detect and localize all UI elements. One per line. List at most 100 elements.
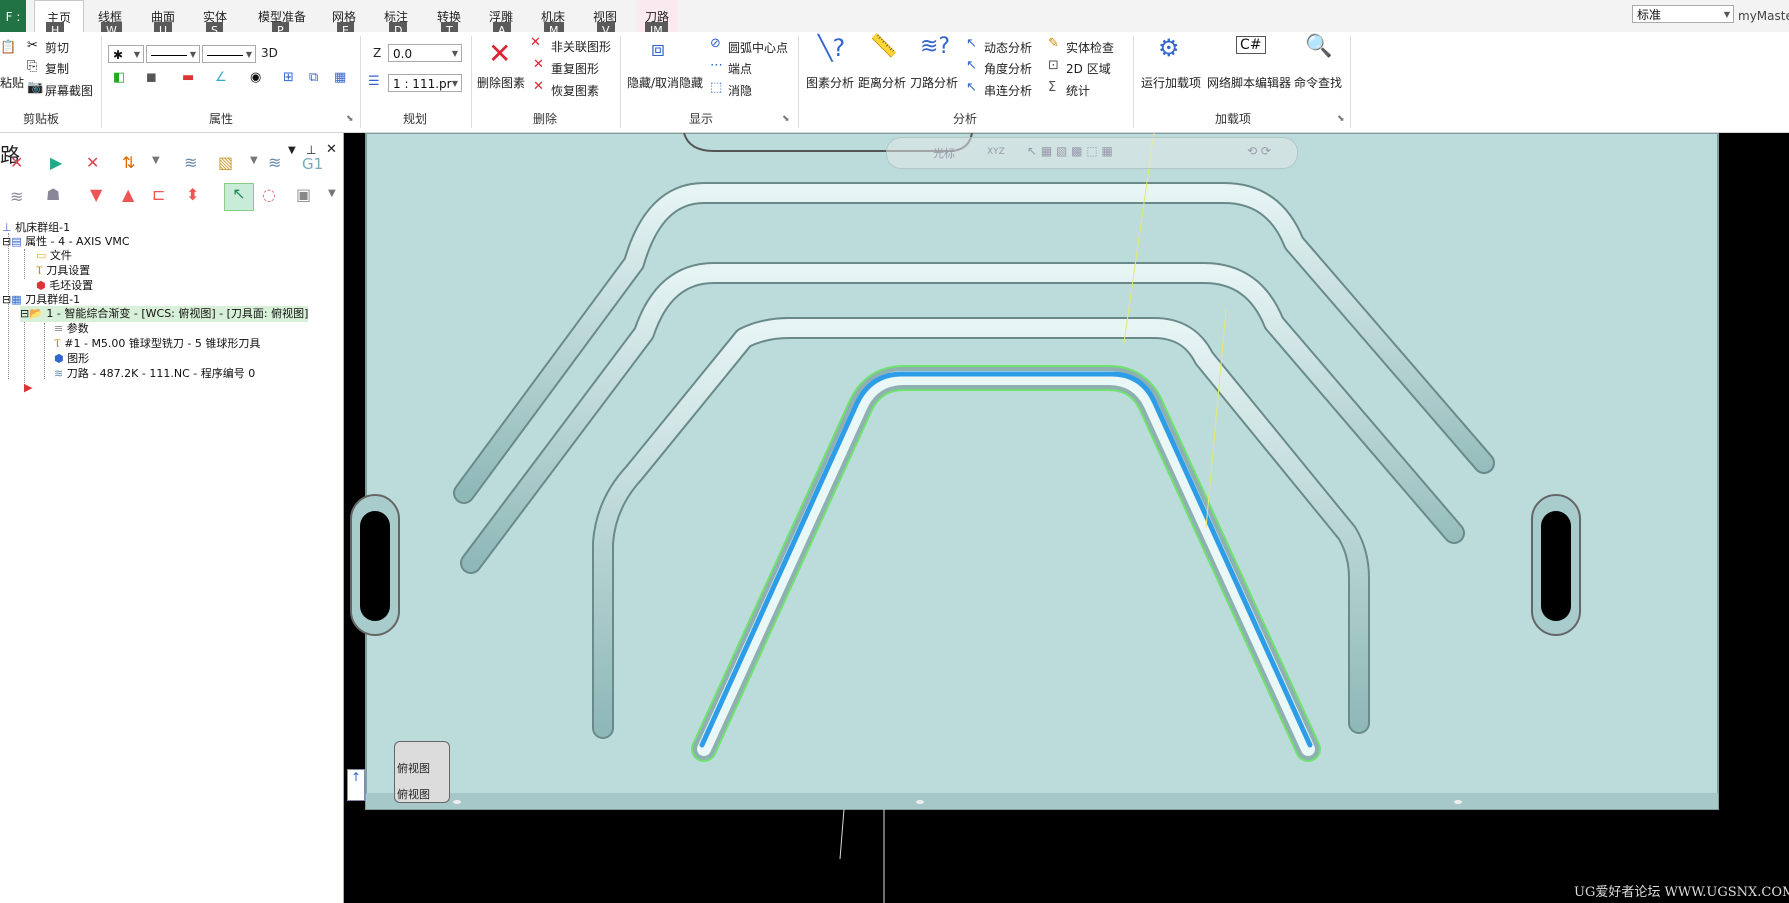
- cut-button[interactable]: 剪切: [45, 39, 69, 56]
- paste-button[interactable]: 粘贴: [0, 74, 24, 91]
- area-2d-icon: ⊡: [1048, 58, 1059, 73]
- three-d-toggle[interactable]: 3D: [261, 46, 278, 60]
- line-style-select[interactable]: ▼: [146, 45, 200, 63]
- settings-icon[interactable]: ▣: [296, 185, 311, 204]
- angle-analysis-button[interactable]: 角度分析: [984, 60, 1032, 77]
- chevron-down-icon: ▼: [189, 50, 196, 59]
- group-separator: [1350, 36, 1351, 128]
- line-color-icon[interactable]: ∠: [215, 70, 227, 85]
- distance-analysis-button[interactable]: 距离分析: [858, 74, 906, 91]
- run-addin-button[interactable]: 运行加载项: [1141, 74, 1201, 91]
- chain-analysis-button[interactable]: 串连分析: [984, 82, 1032, 99]
- statistics-button[interactable]: 统计: [1066, 82, 1090, 99]
- chevron-down-icon[interactable]: ▼: [250, 155, 258, 166]
- view-cube[interactable]: 俯视图 俯视图: [394, 741, 450, 803]
- hide-unhide-button[interactable]: 隐藏/取消隐藏: [627, 74, 703, 91]
- asterisk-icon: ✱: [113, 48, 124, 62]
- tree-item[interactable]: Ⲧ 刀具设置: [36, 263, 90, 279]
- copy-button[interactable]: 复制: [45, 60, 69, 77]
- regenerate-dirty-icon[interactable]: ✕: [86, 153, 99, 172]
- cursor-mode-label[interactable]: 光标: [933, 145, 955, 161]
- area-2d-button[interactable]: 2D 区域: [1066, 60, 1111, 77]
- net-script-editor-button[interactable]: 网络脚本编辑器: [1207, 74, 1291, 91]
- chevron-down-icon: ▼: [133, 50, 140, 59]
- close-icon[interactable]: ✕: [326, 142, 337, 157]
- insert-arrow-marker-icon[interactable]: ▶: [24, 380, 32, 396]
- grid-icon[interactable]: ▦: [334, 70, 346, 85]
- group-label-delete: 删除: [532, 112, 557, 126]
- deselect-icon[interactable]: ✕: [10, 153, 23, 172]
- select-toolpath-icon[interactable]: ↖: [224, 183, 254, 211]
- group-label-addins: 加载项: [1214, 112, 1251, 126]
- dynamic-analysis-button[interactable]: 动态分析: [984, 39, 1032, 56]
- endpoint-button[interactable]: 端点: [728, 60, 752, 77]
- line-width-icon: [207, 55, 243, 56]
- chevron-down-icon: ▼: [451, 49, 458, 58]
- regenerate-icon[interactable]: ▶: [50, 153, 62, 172]
- tree-item-label: 参数: [66, 322, 89, 335]
- style-select[interactable]: 标准 ▼: [1632, 5, 1734, 23]
- operation-folder-icon: 📂: [29, 307, 43, 320]
- tree-item-label: 文件: [49, 249, 72, 262]
- launcher-icon[interactable]: ⬊: [346, 114, 354, 124]
- blank-icon: ⬚: [710, 80, 723, 95]
- toolpath-waves-icon[interactable]: ≋: [10, 187, 23, 206]
- tree-item-label: #1 - M5.00 锥球型铣刀 - 5 锥球形刀具: [64, 337, 261, 350]
- post-icon[interactable]: ≋: [268, 153, 281, 172]
- chain-analysis-icon: ↖: [966, 80, 977, 95]
- level-select[interactable]: 1 : 111.pr ▼: [388, 74, 462, 92]
- clear-color-icon[interactable]: ⧉: [309, 70, 318, 85]
- material-icon[interactable]: ◉: [250, 70, 261, 85]
- expand-icon[interactable]: ⬍: [186, 185, 199, 204]
- simulate-icon[interactable]: ⇅: [122, 153, 135, 172]
- wire-color-icon[interactable]: ◧: [113, 70, 125, 85]
- z-depth-input[interactable]: 0.0 ▼: [388, 44, 462, 62]
- scissors-icon: ✂: [27, 38, 38, 53]
- point-style-select[interactable]: ✱ ▼: [108, 45, 144, 63]
- toolpath-manager-panel: 路 ▼ ⊥ ✕ ✕ ▶ ✕ ⇅ ▼ ≋ ▧ ▼ ≋ G1 ≋ ☗ ▼ ▲ ⊏ ⬍…: [0, 133, 343, 903]
- blank-button[interactable]: 消隐: [728, 82, 752, 99]
- tree-item-operation[interactable]: ⊟📂 1 - 智能综合渐变 - [WCS: 俯视图] - [刀具面: 俯视图]: [20, 306, 309, 322]
- tree-item[interactable]: ⬢ 图形: [54, 351, 89, 367]
- graphics-viewport[interactable]: 光标 XYZ ↖ ▦ ▧ ▩ ⬚ ▦ ⟲ ⟳ 俯视图 俯视图 ↑ UG爱好者论坛…: [344, 133, 1789, 903]
- screenshot-button[interactable]: 屏幕截图: [45, 82, 93, 99]
- entity-analysis-button[interactable]: 图素分析: [806, 74, 854, 91]
- panel-menu-icon[interactable]: ▼: [288, 145, 296, 156]
- solid-color-icon[interactable]: ◼: [146, 70, 157, 85]
- insert-arrow-icon[interactable]: ⊏: [152, 185, 165, 204]
- delete-non-assoc-button[interactable]: 非关联图形: [551, 38, 611, 55]
- verify-icon[interactable]: ▧: [218, 153, 233, 172]
- xyz-label[interactable]: XYZ: [987, 147, 1005, 157]
- file-tab[interactable]: F :: [0, 0, 26, 32]
- chevron-down-icon[interactable]: ▼: [328, 188, 336, 199]
- tree-item[interactable]: ▭ 文件: [36, 248, 72, 264]
- chevron-down-icon[interactable]: ▼: [152, 155, 160, 166]
- toolpath-analysis-button[interactable]: 刀路分析: [910, 74, 958, 91]
- tree-item[interactable]: ≋ 刀路 - 487.2K - 111.NC - 程序编号 0: [54, 366, 255, 382]
- command-find-button[interactable]: 命令查找: [1294, 74, 1342, 91]
- level-icon[interactable]: ⊞: [283, 70, 294, 85]
- tree-item[interactable]: Ⲧ #1 - M5.00 锥球型铣刀 - 5 锥球形刀具: [54, 336, 260, 352]
- arc-center-button[interactable]: 圆弧中心点: [728, 39, 788, 56]
- g1-button[interactable]: G1: [302, 155, 323, 173]
- surface-color-icon[interactable]: ▬: [182, 70, 194, 85]
- style-select-value: 标准: [1637, 8, 1662, 22]
- rotate-icon[interactable]: ⟲ ⟳: [1247, 144, 1271, 158]
- selection-tools-icon[interactable]: ↖ ▦ ▧ ▩ ⬚ ▦: [1027, 144, 1113, 158]
- duplicate-button[interactable]: 重复图形: [551, 60, 599, 77]
- move-down-icon[interactable]: ▼: [90, 185, 102, 204]
- launcher-icon[interactable]: ⬊: [782, 114, 790, 124]
- tree-item-label: 刀具设置: [46, 264, 91, 277]
- launcher-icon[interactable]: ⬊: [1337, 114, 1345, 124]
- solid-check-button[interactable]: 实体检查: [1066, 39, 1114, 56]
- delete-entity-button[interactable]: 删除图素: [477, 74, 525, 91]
- tree-item[interactable]: ≡ 参数: [54, 321, 89, 337]
- ghost-icon[interactable]: ☗: [46, 185, 60, 204]
- move-up-icon[interactable]: ▲: [122, 185, 134, 204]
- line-width-select[interactable]: ▼: [202, 45, 256, 63]
- level-select-value: 1 : 111.pr: [393, 77, 452, 91]
- shape-icon[interactable]: ◌: [262, 185, 276, 204]
- backplot-icon[interactable]: ≋: [184, 153, 197, 172]
- restore-button[interactable]: 恢复图素: [551, 82, 599, 99]
- toolgroup-icon: ▦: [11, 293, 22, 306]
